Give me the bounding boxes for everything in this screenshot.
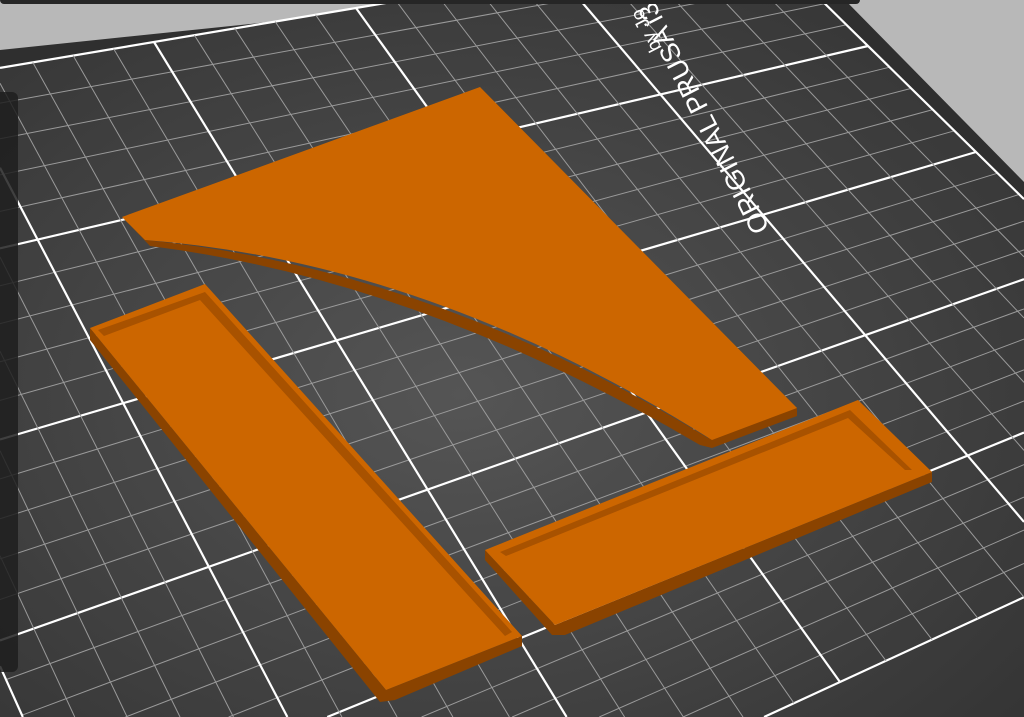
- 3d-viewport[interactable]: ORIGINAL PRUSA i3 M by Jo: [0, 0, 1024, 717]
- left-toolbar[interactable]: [0, 92, 18, 672]
- top-toolbar-edge: [0, 0, 860, 4]
